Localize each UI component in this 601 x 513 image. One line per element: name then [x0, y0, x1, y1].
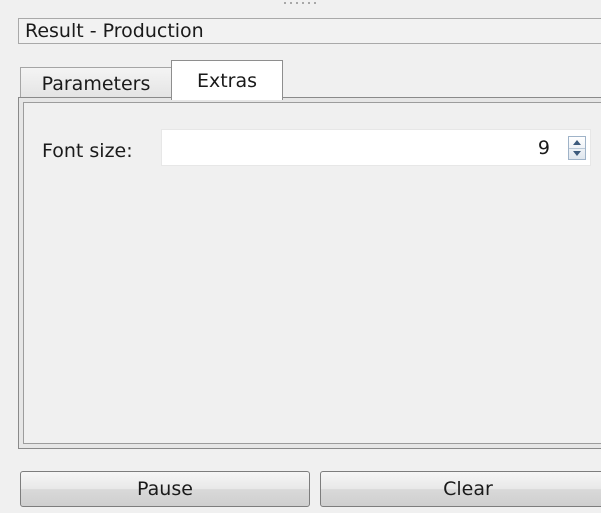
spin-buttons [568, 136, 586, 160]
font-size-value[interactable]: 9 [538, 130, 550, 167]
clear-button[interactable]: Clear [320, 471, 601, 507]
font-size-spinbox[interactable]: 9 [161, 129, 591, 166]
result-window: Result - Production Parameters Extras Fo… [0, 0, 601, 513]
tab-panel-content: Font size: 9 [23, 102, 601, 444]
pause-button[interactable]: Pause [20, 471, 310, 507]
tab-parameters[interactable]: Parameters [20, 67, 172, 99]
splitter-grip[interactable] [284, 2, 316, 6]
chevron-down-icon[interactable] [569, 147, 585, 160]
font-size-label: Font size: [42, 140, 133, 162]
panel-title: Result - Production [18, 18, 601, 44]
tab-extras[interactable]: Extras [171, 60, 283, 100]
chevron-up-icon[interactable] [569, 137, 585, 148]
tab-panel-extras: Font size: 9 [18, 97, 601, 449]
